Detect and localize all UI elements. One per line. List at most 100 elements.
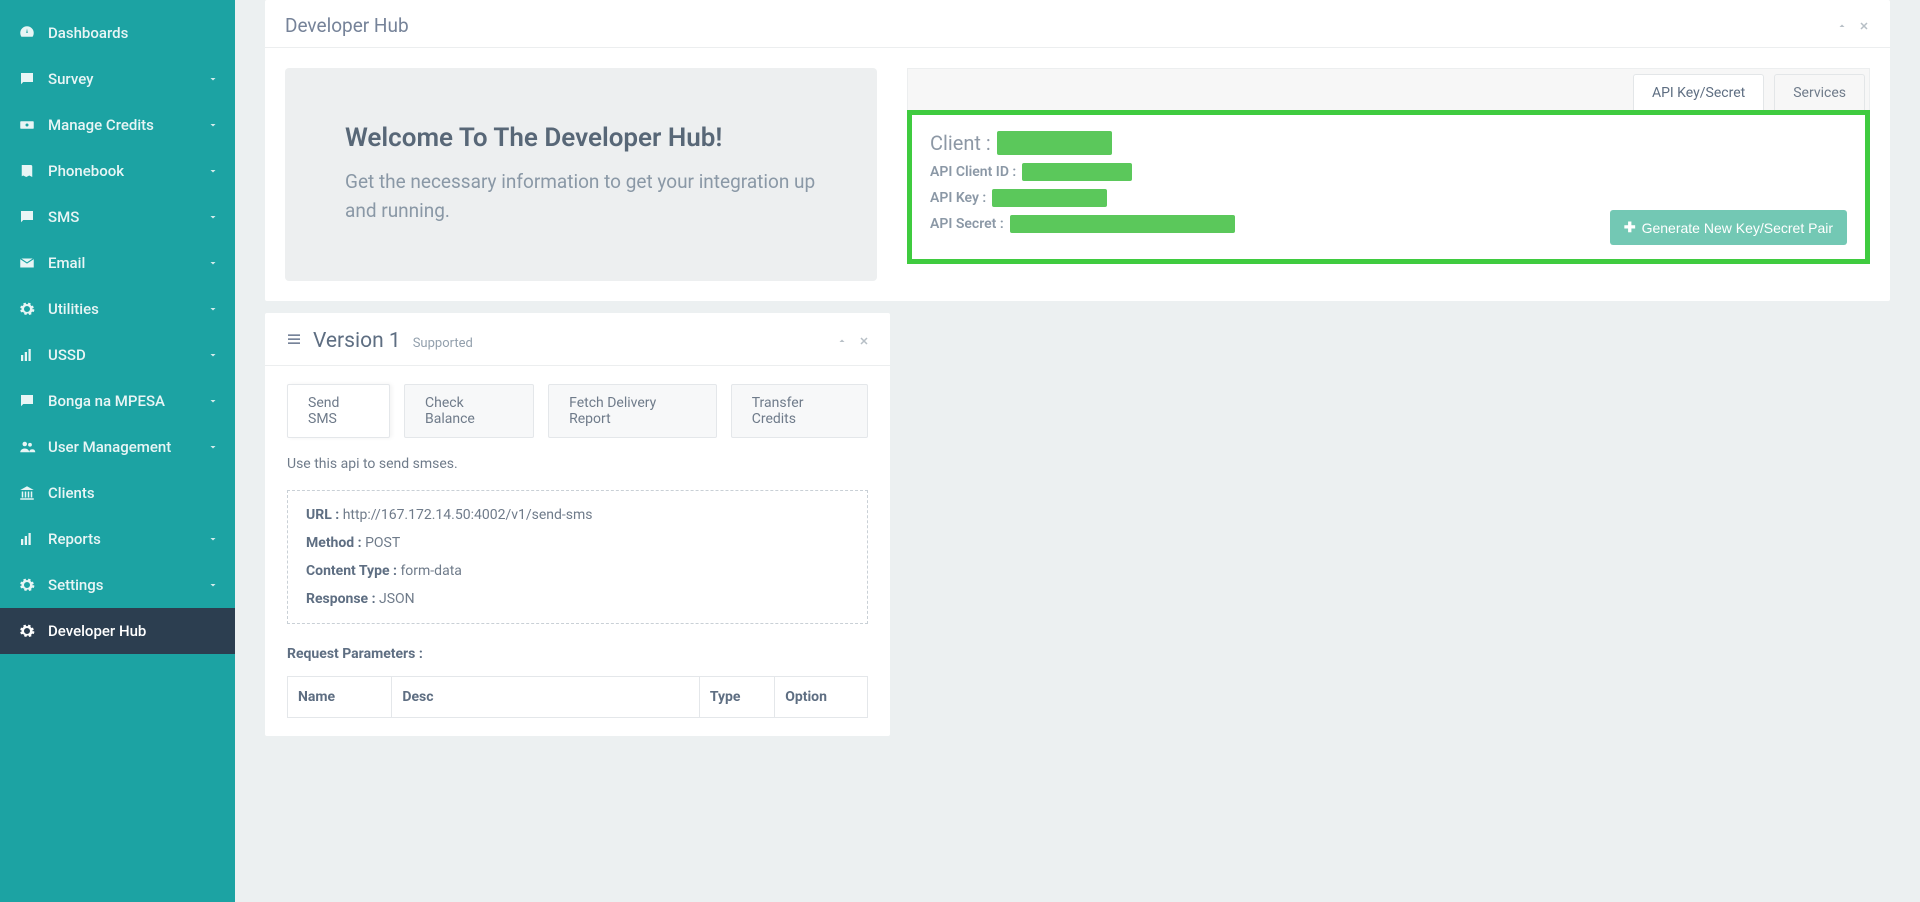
client-id-value-redacted — [1022, 163, 1132, 181]
sidebar-item-survey[interactable]: Survey — [0, 56, 235, 102]
request-params-table: Name Desc Type Option — [287, 676, 868, 718]
tab-transfer-credits[interactable]: Transfer Credits — [731, 384, 868, 438]
version-title: Version 1 — [313, 329, 401, 353]
tab-fetch-delivery-report[interactable]: Fetch Delivery Report — [548, 384, 717, 438]
plus-icon: ✚ — [1624, 219, 1636, 236]
sidebar-item-developer-hub[interactable]: Developer Hub — [0, 608, 235, 654]
content-type-label: Content Type : — [306, 563, 397, 579]
col-desc: Desc — [392, 676, 699, 717]
response-value: JSON — [379, 591, 415, 607]
version-tools — [836, 335, 870, 347]
api-secret-label: API Secret : — [930, 216, 1004, 232]
col-option: Option — [775, 676, 868, 717]
developer-hub-panel: Developer Hub Welcome To The Developer H… — [265, 0, 1890, 301]
welcome-subtext: Get the necessary information to get you… — [345, 167, 817, 226]
bars-icon — [16, 530, 38, 548]
sidebar: Dashboards Survey Manage Credits Phonebo… — [0, 0, 235, 902]
welcome-box: Welcome To The Developer Hub! Get the ne… — [285, 68, 877, 281]
api-secret-value-redacted — [1010, 215, 1235, 233]
book-icon — [16, 162, 38, 180]
chevron-down-icon — [207, 395, 219, 407]
sidebar-item-clients[interactable]: Clients — [0, 470, 235, 516]
sidebar-item-utilities[interactable]: Utilities — [0, 286, 235, 332]
welcome-heading: Welcome To The Developer Hub! — [345, 123, 817, 153]
sidebar-item-email[interactable]: Email — [0, 240, 235, 286]
sidebar-item-label: Manage Credits — [48, 116, 154, 134]
tab-api-key-secret[interactable]: API Key/Secret — [1633, 74, 1764, 111]
panel-tools — [1836, 20, 1870, 32]
sidebar-item-dashboards[interactable]: Dashboards — [0, 10, 235, 56]
detail-content-type: Content Type : form-data — [306, 563, 849, 579]
url-value: http://167.172.14.50:4002/v1/send-sms — [343, 507, 593, 523]
sidebar-item-user-management[interactable]: User Management — [0, 424, 235, 470]
tab-send-sms[interactable]: Send SMS — [287, 384, 390, 438]
api-intro: Use this api to send smses. — [287, 456, 868, 472]
creds-api-key: API Key : — [930, 189, 1847, 207]
chevron-down-icon — [207, 441, 219, 453]
sidebar-item-label: Email — [48, 254, 85, 272]
api-key-value-redacted — [992, 189, 1107, 207]
main-content: Developer Hub Welcome To The Developer H… — [235, 0, 1920, 902]
gear-icon — [16, 576, 38, 594]
sidebar-item-label: Dashboards — [48, 24, 128, 42]
chat-icon — [16, 208, 38, 226]
gauge-icon — [16, 24, 38, 42]
chevron-down-icon — [207, 73, 219, 85]
bars-icon — [16, 346, 38, 364]
detail-response: Response : JSON — [306, 591, 849, 607]
chevron-down-icon — [207, 303, 219, 315]
chevron-down-icon — [207, 119, 219, 131]
sidebar-item-ussd[interactable]: USSD — [0, 332, 235, 378]
detail-method: Method : POST — [306, 535, 849, 551]
url-label: URL : — [306, 507, 339, 523]
chevron-down-icon — [207, 349, 219, 361]
col-name: Name — [288, 676, 392, 717]
menu-bars-icon[interactable] — [285, 331, 303, 347]
close-icon[interactable] — [1858, 20, 1870, 32]
generate-key-secret-button[interactable]: ✚ Generate New Key/Secret Pair — [1610, 210, 1847, 245]
chevron-down-icon — [207, 257, 219, 269]
bank-icon — [16, 484, 38, 502]
version-panel: Version 1 Supported Send SMS Check Balan… — [265, 313, 890, 736]
collapse-icon[interactable] — [1836, 20, 1848, 32]
api-details-box: URL : http://167.172.14.50:4002/v1/send-… — [287, 490, 868, 624]
chevron-down-icon — [207, 533, 219, 545]
detail-url: URL : http://167.172.14.50:4002/v1/send-… — [306, 507, 849, 523]
sidebar-item-manage-credits[interactable]: Manage Credits — [0, 102, 235, 148]
chevron-down-icon — [207, 165, 219, 177]
method-label: Method : — [306, 535, 362, 551]
chat-icon — [16, 392, 38, 410]
sidebar-item-phonebook[interactable]: Phonebook — [0, 148, 235, 194]
users-icon — [16, 438, 38, 456]
sidebar-item-label: Developer Hub — [48, 622, 146, 640]
panel-title: Developer Hub — [285, 14, 409, 37]
tab-services[interactable]: Services — [1774, 74, 1865, 111]
col-type: Type — [699, 676, 774, 717]
sidebar-item-label: USSD — [48, 346, 86, 364]
method-value: POST — [365, 535, 400, 551]
sidebar-item-sms[interactable]: SMS — [0, 194, 235, 240]
api-tabs: Send SMS Check Balance Fetch Delivery Re… — [287, 384, 868, 438]
api-key-label: API Key : — [930, 190, 986, 206]
sidebar-item-reports[interactable]: Reports — [0, 516, 235, 562]
request-params-heading: Request Parameters : — [287, 646, 868, 662]
close-icon[interactable] — [858, 335, 870, 347]
client-value-redacted — [997, 131, 1112, 155]
sidebar-item-label: Bonga na MPESA — [48, 392, 165, 410]
sidebar-item-label: Reports — [48, 530, 101, 548]
money-icon — [16, 116, 38, 134]
sidebar-item-settings[interactable]: Settings — [0, 562, 235, 608]
generate-button-label: Generate New Key/Secret Pair — [1642, 220, 1833, 236]
sidebar-item-label: User Management — [48, 438, 171, 456]
chat-icon — [16, 70, 38, 88]
response-label: Response : — [306, 591, 376, 607]
tab-check-balance[interactable]: Check Balance — [404, 384, 534, 438]
version-status: Supported — [413, 336, 473, 351]
collapse-icon[interactable] — [836, 335, 848, 347]
hub-tabs: API Key/Secret Services — [907, 68, 1870, 110]
creds-client: Client : — [930, 131, 1847, 155]
version-header: Version 1 Supported — [265, 313, 890, 366]
sidebar-item-bonga-mpesa[interactable]: Bonga na MPESA — [0, 378, 235, 424]
sidebar-item-label: SMS — [48, 208, 79, 226]
client-label: Client : — [930, 131, 991, 155]
